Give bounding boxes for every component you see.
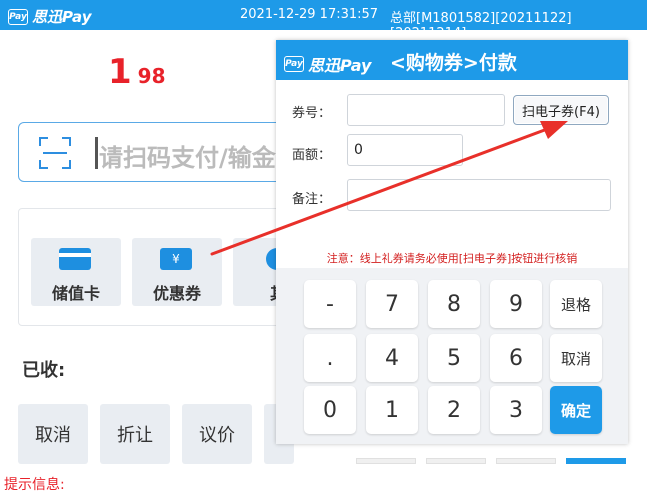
key-minus[interactable]: -: [304, 280, 356, 328]
scan-placeholder: 请扫码支付/输金: [99, 144, 276, 172]
pay-method-stored-value-card[interactable]: 储值卡: [31, 238, 121, 306]
coupon-icon: ¥: [160, 248, 192, 270]
status-message: 提示信息:: [4, 477, 65, 493]
cancel-button[interactable]: 取消: [18, 404, 88, 464]
key-5[interactable]: 5: [428, 334, 480, 382]
scan-pay-input[interactable]: 请扫码支付/输金: [18, 122, 318, 182]
app-logo: Pay 思迅Pay: [8, 6, 91, 27]
face-value-input[interactable]: 0: [347, 134, 463, 166]
datetime-display: 2021-12-29 17:31:57: [240, 7, 379, 22]
coupon-code-input[interactable]: [347, 94, 505, 126]
note-label: 备注：: [292, 192, 332, 207]
key-6[interactable]: 6: [490, 334, 542, 382]
pay-method-coupon[interactable]: ¥ 优惠券: [132, 238, 222, 306]
payment-methods-panel: 储值卡 ¥ 优惠券 其: [18, 208, 323, 326]
bg-button-fragment: [566, 458, 626, 464]
received-label: 已收:: [22, 360, 66, 381]
scan-e-coupon-button[interactable]: 扫电子券(F4): [513, 95, 609, 125]
bg-button-fragment: [356, 458, 416, 464]
text-caret: [95, 137, 98, 169]
dialog-logo: Pay 思迅Pay: [284, 52, 371, 76]
key-2[interactable]: 2: [428, 386, 480, 434]
dialog-logo-text: 思迅Pay: [308, 56, 372, 75]
key-0[interactable]: 0: [304, 386, 356, 434]
key-confirm[interactable]: 确定: [550, 386, 602, 434]
store-info: 总部[M1801582][20211122][20211214]: [390, 11, 572, 41]
amount-due: 1 98: [108, 52, 166, 92]
amount-decimal: 98: [137, 64, 166, 88]
key-9[interactable]: 9: [490, 280, 542, 328]
bg-button-fragment: [496, 458, 556, 464]
key-8[interactable]: 8: [428, 280, 480, 328]
pay-method-label: 优惠券: [152, 284, 201, 303]
dialog-title: <购物券>付款: [390, 52, 517, 74]
numeric-keypad: - 7 8 9 退格 . 4 5 6 取消 0 1 2 3 确定: [296, 276, 616, 446]
app-logo-text: 思迅Pay: [32, 8, 92, 26]
key-cancel[interactable]: 取消: [550, 334, 602, 382]
key-7[interactable]: 7: [366, 280, 418, 328]
key-decimal-point[interactable]: .: [304, 334, 356, 382]
key-backspace[interactable]: 退格: [550, 280, 602, 328]
amount-integer: 1: [108, 52, 132, 92]
pay-logo-icon: Pay: [8, 8, 28, 25]
card-icon: [59, 248, 91, 270]
bg-button-fragment: [426, 458, 486, 464]
top-bar: Pay 思迅Pay 2021-12-29 17:31:57 总部[M180158…: [0, 0, 647, 41]
pay-method-label: 储值卡: [51, 284, 100, 303]
key-4[interactable]: 4: [366, 334, 418, 382]
coupon-payment-dialog: Pay 思迅Pay <购物券>付款 券号： 扫电子券(F4) 面额： 0 备注：…: [276, 40, 628, 444]
scan-icon: [39, 137, 71, 169]
key-1[interactable]: 1: [366, 386, 418, 434]
negotiate-price-button[interactable]: 议价: [182, 404, 252, 464]
note-input[interactable]: [347, 179, 611, 211]
discount-button[interactable]: 折让: [100, 404, 170, 464]
face-value-label: 面额：: [292, 148, 332, 163]
pay-logo-icon: Pay: [284, 56, 304, 72]
coupon-code-label: 券号：: [292, 106, 332, 121]
key-3[interactable]: 3: [490, 386, 542, 434]
e-coupon-notice: 注意：线上礼券请务必使用[扫电子券]按钮进行核销: [326, 252, 578, 265]
dialog-header: Pay 思迅Pay <购物券>付款: [276, 40, 628, 80]
